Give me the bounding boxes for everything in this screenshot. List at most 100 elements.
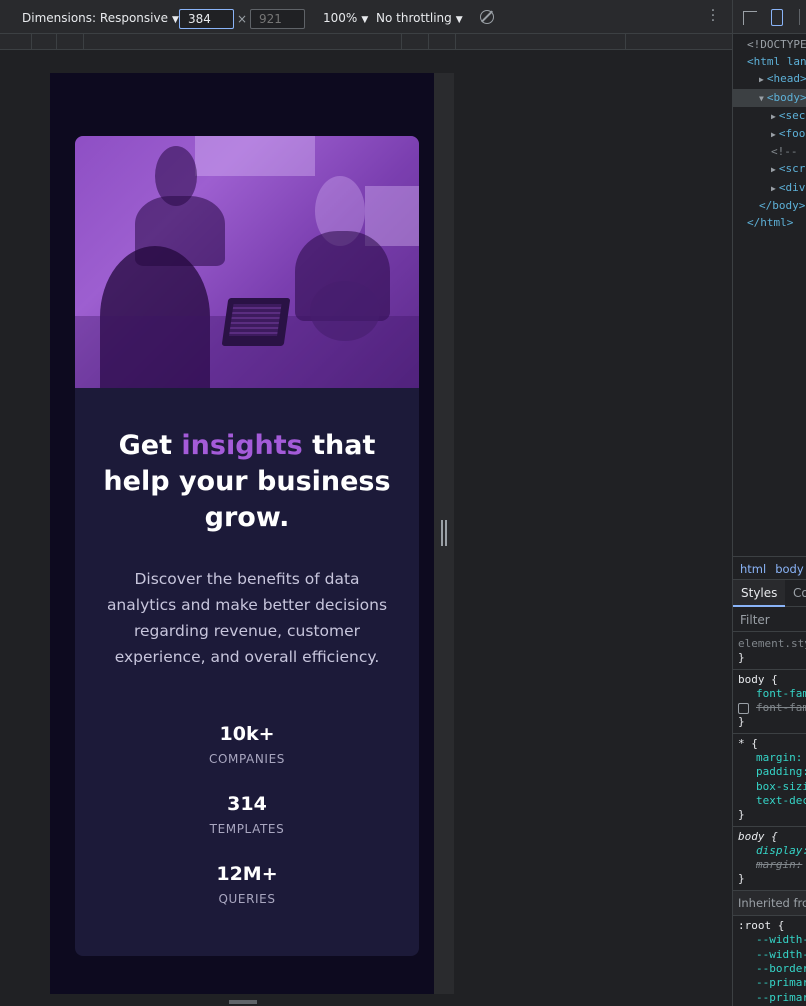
dom-comment: <!-- [771,145,798,159]
expand-arrow-icon[interactable]: ▶ [771,184,776,193]
caret-down-icon: ▼ [171,15,179,25]
style-rule: body { font-fam font-fam } [733,670,806,734]
rule-close: } [738,651,745,665]
rule-close: } [738,872,745,886]
description: Discover the benefits of data analytics … [106,570,388,666]
device-toggle-icon[interactable] [771,9,783,26]
styles-tabs: Styles Co [733,580,806,607]
expand-arrow-icon[interactable]: ▶ [771,165,776,174]
style-property-overridden: margin: [756,858,803,872]
stat-number: 314 [227,793,267,815]
dom-node-label: <div i [778,180,806,194]
rule-close: } [738,808,745,822]
caret-down-icon: ▼ [361,15,369,25]
dom-node[interactable]: <!-- [733,143,806,160]
style-property: display: [756,843,806,857]
throttling-dropdown[interactable]: No throttling ▼ [376,11,463,25]
rule-selector: body { [738,829,778,843]
css-variable[interactable]: --width- [738,933,806,947]
styles-pane: element.sty } body { font-fam font-fam }… [733,634,806,1006]
rotate-icon[interactable] [480,10,494,24]
media-query-ruler [0,34,732,50]
stat-item: 10k+ COMPANIES [75,720,419,768]
styles-filter-input[interactable]: Filter [733,608,806,632]
caret-down-icon: ▼ [455,15,463,25]
device-canvas: Get insights that help your business gro… [0,50,732,1006]
dom-node-selected[interactable]: ▼ <body> [733,88,806,107]
style-property[interactable]: font-fam [738,687,806,701]
breadcrumb: html body [733,556,806,580]
stats-list: 10k+ COMPANIES 314 TEMPLATES 12M+ QUERIE… [75,720,419,908]
zoom-label: 100% [323,11,358,25]
expand-arrow-icon[interactable]: ▶ [759,75,764,84]
style-rule: body { display: margin: } [733,827,806,891]
dom-node-label: <scrip [778,162,806,176]
stat-label: TEMPLATES [209,822,285,836]
elements-tree: <!DOCTYPE <html lan ▶<head>… ▼<body> ▶<s… [733,34,806,231]
stat-label: QUERIES [218,892,276,906]
style-rule: * { margin: padding: box-sizi text-dec } [733,734,806,827]
dom-node[interactable]: </body> [733,197,806,214]
devtools-toolbar [733,0,806,34]
css-variable[interactable]: --width- [738,948,806,962]
dom-node[interactable]: ▶<div i [733,179,806,197]
breadcrumb-item[interactable]: html [740,562,766,576]
style-property[interactable]: box-sizi [738,780,806,794]
resize-handle-icon[interactable] [441,520,447,546]
rule-selector: * { [738,736,758,750]
style-rule: element.sty } [733,634,806,670]
device-toolbar: Dimensions: Responsive▼ × 100%▼ No throt… [0,0,732,34]
style-property[interactable]: text-dec [738,794,806,808]
throttling-label: No throttling [376,11,452,25]
stat-item: 314 TEMPLATES [75,790,419,838]
hero-image [75,136,419,388]
inherited-header: Inherited fro [733,890,806,917]
device-viewport: Get insights that help your business gro… [50,73,434,994]
dom-node[interactable]: ▶<sectio [733,107,806,125]
dom-node[interactable]: ▶<scrip [733,160,806,178]
rule-selector: body { [738,672,778,686]
tab-styles[interactable]: Styles [733,580,786,607]
dom-node[interactable]: ▶<foote [733,125,806,143]
css-variable[interactable]: --primar [738,991,806,1005]
dimensions-dropdown[interactable]: Dimensions: Responsive ▼ [22,11,179,25]
dom-node-label: <body> [766,90,806,104]
dom-node[interactable]: ▶<head>… [733,70,806,88]
zoom-dropdown[interactable]: 100% ▼ [323,11,368,25]
height-input[interactable] [250,9,305,29]
stat-item: 12M+ QUERIES [75,860,419,908]
collapse-arrow-icon[interactable]: ▼ [759,94,764,103]
stat-number: 12M+ [216,863,278,885]
property-checkbox[interactable] [738,702,749,714]
rule-close: } [738,715,745,729]
inspect-element-icon[interactable] [743,11,757,25]
headline: Get insights that help your business gro… [97,428,397,536]
css-variable[interactable]: --primar [738,976,806,990]
dom-node[interactable]: <html lan [733,53,806,70]
headline-accent: insights [181,430,303,461]
style-property[interactable]: margin: [738,751,806,765]
times-sign: × [237,12,248,26]
breadcrumb-item[interactable]: body [775,562,803,576]
rule-selector: element.sty [738,637,806,650]
dom-node-label: <foote [778,127,806,141]
width-input[interactable] [179,9,234,29]
rule-selector: :root { [738,919,785,933]
more-options-icon[interactable]: · · · [710,4,716,28]
stat-number: 10k+ [219,723,275,745]
bottom-resize-handle[interactable] [229,1000,257,1004]
dom-node[interactable]: <!DOCTYPE [733,36,806,53]
style-rule: :root { --width- --width- --border --pri… [733,916,806,1006]
stats-card: Get insights that help your business gro… [75,136,419,956]
expand-arrow-icon[interactable]: ▶ [771,130,776,139]
style-property[interactable]: padding: [738,765,806,779]
tab-computed[interactable]: Co [793,586,806,600]
dom-node-label: <sectio [778,108,806,122]
devtools-panel: <!DOCTYPE <html lan ▶<head>… ▼<body> ▶<s… [732,0,806,1006]
expand-arrow-icon[interactable]: ▶ [771,112,776,121]
headline-start: Get [118,430,182,461]
stat-label: COMPANIES [209,752,285,766]
css-variable[interactable]: --border [738,962,806,976]
dom-node[interactable]: </html> [733,214,806,231]
dimensions-label: Dimensions: Responsive [22,11,168,25]
